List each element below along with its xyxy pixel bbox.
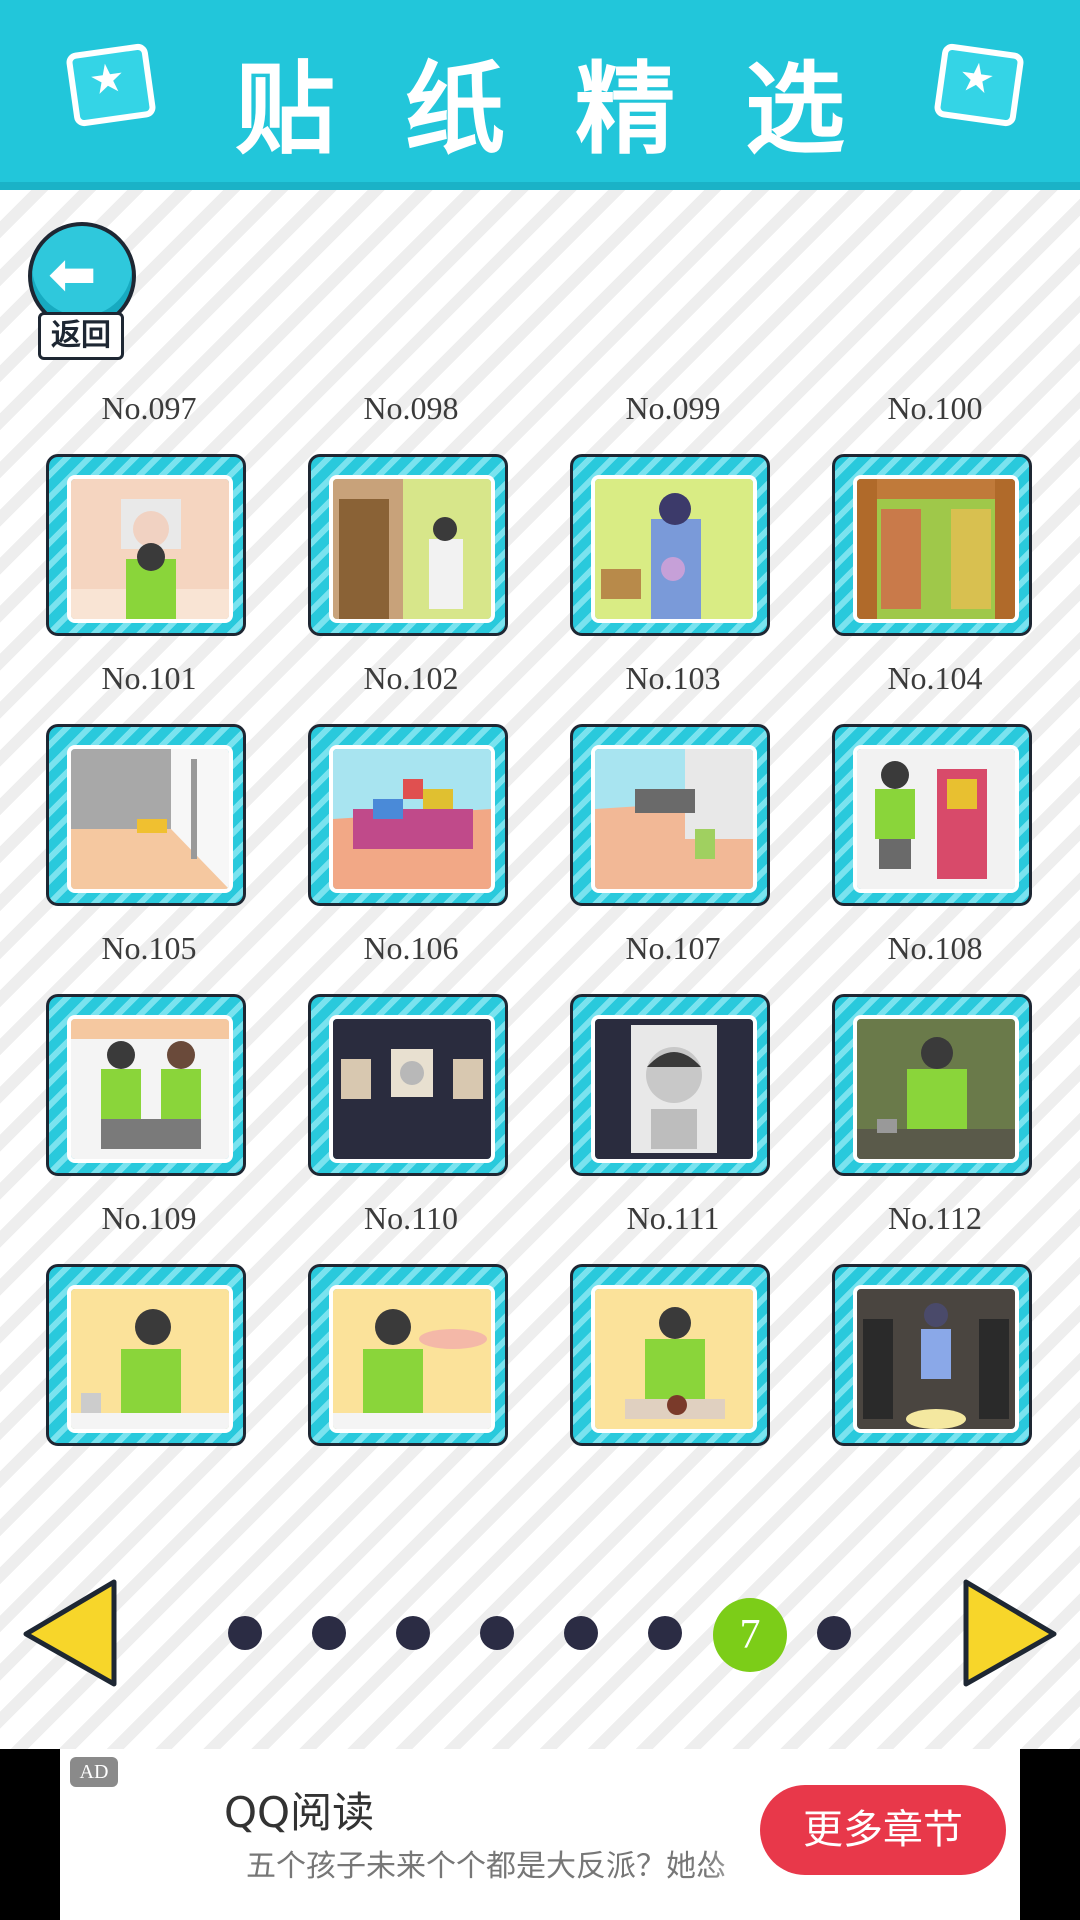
- sticker-image: [853, 745, 1019, 893]
- sticker-number: No.106: [363, 930, 459, 966]
- sticker-card: No.110: [306, 1200, 516, 1446]
- sticker-image: [853, 1285, 1019, 1433]
- sticker-thumbnail-button[interactable]: [570, 994, 770, 1176]
- sticker-thumbnail-button[interactable]: [570, 1264, 770, 1446]
- sticker-card: No.105: [44, 930, 254, 1176]
- sticker-image: [591, 1285, 757, 1433]
- page-dot[interactable]: [564, 1616, 598, 1650]
- sticker-number: No.102: [363, 660, 459, 696]
- sticker-thumbnail-button[interactable]: [832, 994, 1032, 1176]
- page-dot[interactable]: [312, 1616, 346, 1650]
- sticker-card: No.107: [568, 930, 778, 1176]
- sticker-number: No.105: [101, 930, 197, 966]
- sticker-thumbnail-button[interactable]: [570, 724, 770, 906]
- sticker-card: No.103: [568, 660, 778, 906]
- sticker-number: No.099: [625, 390, 721, 426]
- page-title: 贴纸精选: [235, 51, 915, 168]
- ad-content[interactable]: AD QQ阅读 五个孩子未来个个都是大反派？她怂 更多章节: [60, 1749, 1020, 1920]
- sticker-number: No.108: [887, 930, 983, 966]
- triangle-right-icon: [963, 1579, 1057, 1687]
- sticker-image: [329, 745, 495, 893]
- sticker-number: No.110: [364, 1200, 458, 1236]
- ad-cta-button[interactable]: 更多章节: [760, 1785, 1006, 1875]
- sticker-image: [67, 745, 233, 893]
- ad-banner: AD QQ阅读 五个孩子未来个个都是大反派？她怂 更多章节: [0, 1749, 1080, 1920]
- page-dot[interactable]: [817, 1616, 851, 1650]
- page-dot[interactable]: [396, 1616, 430, 1650]
- back-button[interactable]: ⬅ 返回: [28, 222, 136, 360]
- sticker-thumbnail-button[interactable]: [570, 454, 770, 636]
- sticker-card: No.108: [830, 930, 1040, 1176]
- sticker-card: No.104: [830, 660, 1040, 906]
- sticker-star-icon: ★: [933, 42, 1025, 128]
- sticker-number: No.112: [888, 1200, 982, 1236]
- sticker-thumbnail-button[interactable]: [308, 454, 508, 636]
- next-page-button[interactable]: [958, 1578, 1058, 1688]
- sticker-image: [67, 1015, 233, 1163]
- sticker-number: No.100: [887, 390, 983, 426]
- sticker-image: [67, 475, 233, 623]
- sticker-number: No.103: [625, 660, 721, 696]
- sticker-image: [591, 475, 757, 623]
- sticker-image: [591, 745, 757, 893]
- previous-page-button[interactable]: [22, 1578, 122, 1688]
- sticker-number: No.111: [626, 1200, 720, 1236]
- sticker-card: No.099: [568, 390, 778, 636]
- sticker-thumbnail-button[interactable]: [832, 454, 1032, 636]
- sticker-image: [329, 1015, 495, 1163]
- sticker-thumbnail-button[interactable]: [308, 1264, 508, 1446]
- ad-description: 五个孩子未来个个都是大反派？她怂: [246, 1849, 726, 1884]
- page-dot[interactable]: [228, 1616, 262, 1650]
- sticker-thumbnail-button[interactable]: [46, 454, 246, 636]
- sticker-number: No.097: [101, 390, 197, 426]
- page-dot[interactable]: [480, 1616, 514, 1650]
- sticker-number: No.109: [101, 1200, 197, 1236]
- sticker-image: [67, 1285, 233, 1433]
- sticker-number: No.104: [887, 660, 983, 696]
- sticker-card: No.112: [830, 1200, 1040, 1446]
- sticker-image: [853, 475, 1019, 623]
- sticker-card: No.102: [306, 660, 516, 906]
- current-page-dot[interactable]: 7: [713, 1598, 787, 1672]
- sticker-image: [329, 475, 495, 623]
- sticker-number: No.098: [363, 390, 459, 426]
- sticker-thumbnail-button[interactable]: [46, 1264, 246, 1446]
- sticker-image: [329, 1285, 495, 1433]
- page-dot[interactable]: [648, 1616, 682, 1650]
- sticker-card: No.100: [830, 390, 1040, 636]
- ad-title: QQ阅读: [224, 1788, 375, 1837]
- sticker-card: No.111: [568, 1200, 778, 1446]
- sticker-thumbnail-button[interactable]: [308, 994, 508, 1176]
- sticker-thumbnail-button[interactable]: [46, 724, 246, 906]
- sticker-card: No.109: [44, 1200, 254, 1446]
- sticker-image: [853, 1015, 1019, 1163]
- sticker-card: No.098: [306, 390, 516, 636]
- sticker-thumbnail-button[interactable]: [832, 724, 1032, 906]
- ad-tag: AD: [70, 1757, 118, 1787]
- back-label: 返回: [38, 312, 124, 360]
- sticker-thumbnail-button[interactable]: [832, 1264, 1032, 1446]
- sticker-thumbnail-button[interactable]: [46, 994, 246, 1176]
- header-bar: ★ 贴纸精选 ★: [0, 0, 1080, 190]
- sticker-image: [591, 1015, 757, 1163]
- sticker-number: No.101: [101, 660, 197, 696]
- sticker-card: No.097: [44, 390, 254, 636]
- sticker-number: No.107: [625, 930, 721, 966]
- triangle-left-icon: [23, 1579, 117, 1687]
- sticker-card: No.101: [44, 660, 254, 906]
- sticker-thumbnail-button[interactable]: [308, 724, 508, 906]
- sticker-card: No.106: [306, 930, 516, 1176]
